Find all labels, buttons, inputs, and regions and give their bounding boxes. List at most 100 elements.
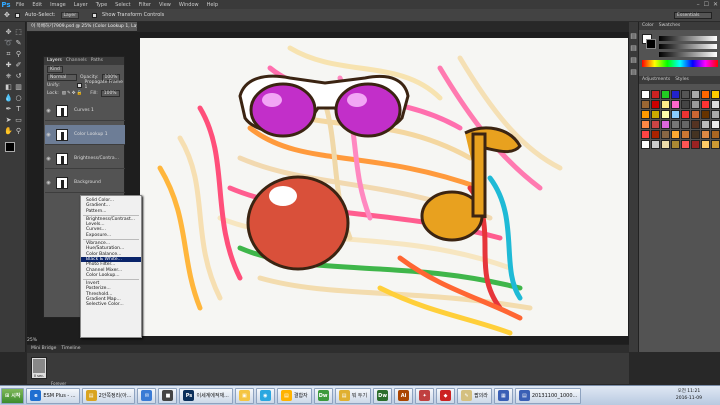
style-swatch[interactable] [701, 130, 710, 139]
taskbar-button[interactable]: ◉ [255, 387, 275, 404]
zoom-tool-icon[interactable]: ⚲ [14, 127, 23, 136]
timeline-frame[interactable]: 0 sec. [31, 357, 47, 379]
style-swatch[interactable] [711, 130, 720, 139]
style-swatch[interactable] [651, 100, 660, 109]
style-swatch[interactable] [691, 120, 700, 129]
timeline-tab-timeline[interactable]: Timeline [61, 345, 80, 353]
style-swatch[interactable] [711, 100, 720, 109]
auto-select-checkbox[interactable] [14, 12, 20, 18]
style-swatch[interactable] [681, 120, 690, 129]
type-tool-icon[interactable]: T [14, 105, 23, 114]
style-swatch[interactable] [711, 110, 720, 119]
layers-tab-layers[interactable]: Layers [47, 57, 62, 65]
document-canvas[interactable] [140, 38, 628, 336]
color-spectrum-slider[interactable] [659, 52, 717, 57]
menu-item-view[interactable]: View [155, 2, 175, 8]
taskbar-button[interactable]: ▤ 2안쪽정리(아... [81, 387, 136, 404]
color-ramp[interactable] [642, 60, 718, 67]
properties-icon[interactable]: ▤ [629, 44, 638, 53]
blur-tool-icon[interactable]: 💧 [4, 94, 13, 103]
style-swatch[interactable] [651, 110, 660, 119]
taskbar-button[interactable]: ■ [158, 387, 178, 404]
style-swatch[interactable] [671, 100, 680, 109]
eyedropper-tool-icon[interactable]: ⚲ [14, 50, 23, 59]
style-swatch[interactable] [691, 130, 700, 139]
style-swatch[interactable] [661, 140, 670, 149]
color-tab-color[interactable]: Color [642, 22, 654, 30]
menu-item-layer[interactable]: Layer [70, 2, 92, 8]
lasso-tool-icon[interactable]: ➰ [4, 39, 13, 48]
brush-tool-icon[interactable]: ✐ [14, 61, 23, 70]
style-swatch[interactable] [641, 110, 650, 119]
taskbar-button[interactable]: ▦ [493, 387, 513, 404]
style-swatch[interactable] [701, 140, 710, 149]
lock-icons[interactable]: ▧✎✥🔒 [62, 91, 83, 96]
context-menu-item[interactable]: Pattern... [81, 209, 141, 214]
eye-icon[interactable]: ◉ [45, 180, 52, 186]
style-swatch[interactable] [651, 120, 660, 129]
color-spectrum-slider[interactable] [659, 36, 717, 41]
style-swatch[interactable] [641, 100, 650, 109]
move-tool-icon[interactable]: ✥ [4, 28, 13, 37]
blend-mode-dropdown[interactable]: Normal [47, 73, 77, 81]
style-swatch[interactable] [641, 140, 650, 149]
style-swatch[interactable] [671, 140, 680, 149]
layers-tab-channels[interactable]: Channels [66, 57, 87, 65]
healing-tool-icon[interactable]: ✚ [4, 61, 13, 70]
foreground-color-chip[interactable] [5, 142, 15, 152]
zoom-status[interactable]: 25% [27, 337, 57, 344]
eye-icon[interactable]: ◉ [45, 156, 52, 162]
eye-icon[interactable]: ◉ [45, 108, 52, 114]
taskbar-button[interactable]: Dw [313, 387, 333, 404]
quick-select-tool-icon[interactable]: ✎ [14, 39, 23, 48]
workspace-dropdown[interactable]: Essentials [674, 12, 712, 19]
taskbar-button[interactable]: ▤ 뭐 두기 [334, 387, 372, 404]
style-swatch[interactable] [641, 90, 650, 99]
taskbar-button[interactable]: Ai [394, 387, 414, 404]
layer-row[interactable]: ◉ Curves 1 [45, 101, 125, 121]
style-swatch[interactable] [691, 140, 700, 149]
style-tab-styles[interactable]: Styles [675, 76, 689, 84]
style-swatch[interactable] [711, 120, 720, 129]
maximize-button[interactable]: ☐ [704, 1, 709, 8]
menu-item-file[interactable]: File [12, 2, 28, 8]
system-clock[interactable]: 오전 11:21 2016-11-09 [676, 388, 702, 402]
gradient-tool-icon[interactable]: ▥ [14, 83, 23, 92]
close-button[interactable]: ✕ [713, 1, 718, 8]
taskbar-button[interactable]: ✦ [415, 387, 435, 404]
style-swatch[interactable] [711, 90, 720, 99]
menu-item-image[interactable]: Image [46, 2, 70, 8]
style-swatch[interactable] [681, 90, 690, 99]
layer-row[interactable]: ◉ Brightness/Contra... [45, 149, 125, 169]
style-swatch[interactable] [681, 100, 690, 109]
style-tab-adjustments[interactable]: Adjustments [642, 76, 670, 84]
style-swatch[interactable] [701, 100, 710, 109]
taskbar-button[interactable]: ▤ 결합자 [276, 387, 312, 404]
style-swatch[interactable] [641, 120, 650, 129]
style-swatch[interactable] [661, 100, 670, 109]
style-swatch[interactable] [671, 110, 680, 119]
shape-tool-icon[interactable]: ▭ [14, 116, 23, 125]
hand-tool-icon[interactable]: ✋ [4, 127, 13, 136]
eye-icon[interactable]: ◉ [45, 132, 52, 138]
style-swatch[interactable] [701, 110, 710, 119]
background-color-swatch[interactable] [646, 39, 656, 49]
propagate-checkbox[interactable] [76, 82, 82, 88]
style-swatch[interactable] [671, 90, 680, 99]
menu-item-select[interactable]: Select [111, 2, 134, 8]
context-menu-item[interactable]: Selective Color... [81, 302, 141, 307]
document-tab[interactable]: 이 목배하기7909.psd @ 25% (Color Lookup 1, La… [27, 22, 137, 32]
move-tool-icon[interactable]: ✥ [4, 11, 10, 19]
color-spectrum-slider[interactable] [659, 44, 717, 49]
taskbar-button[interactable]: Dw [373, 387, 393, 404]
history-brush-icon[interactable]: ↺ [14, 72, 23, 81]
style-swatch[interactable] [691, 90, 700, 99]
style-swatch[interactable] [651, 130, 660, 139]
auto-select-dropdown[interactable]: Layer [60, 11, 80, 19]
style-swatch[interactable] [681, 110, 690, 119]
dodge-tool-icon[interactable]: ○ [14, 94, 23, 103]
timeline-tab-mini-bridge[interactable]: Mini Bridge [31, 345, 56, 353]
context-menu-item[interactable]: Exposure... [81, 233, 141, 238]
style-swatch[interactable] [691, 110, 700, 119]
taskbar-button[interactable]: ▣ [234, 387, 254, 404]
